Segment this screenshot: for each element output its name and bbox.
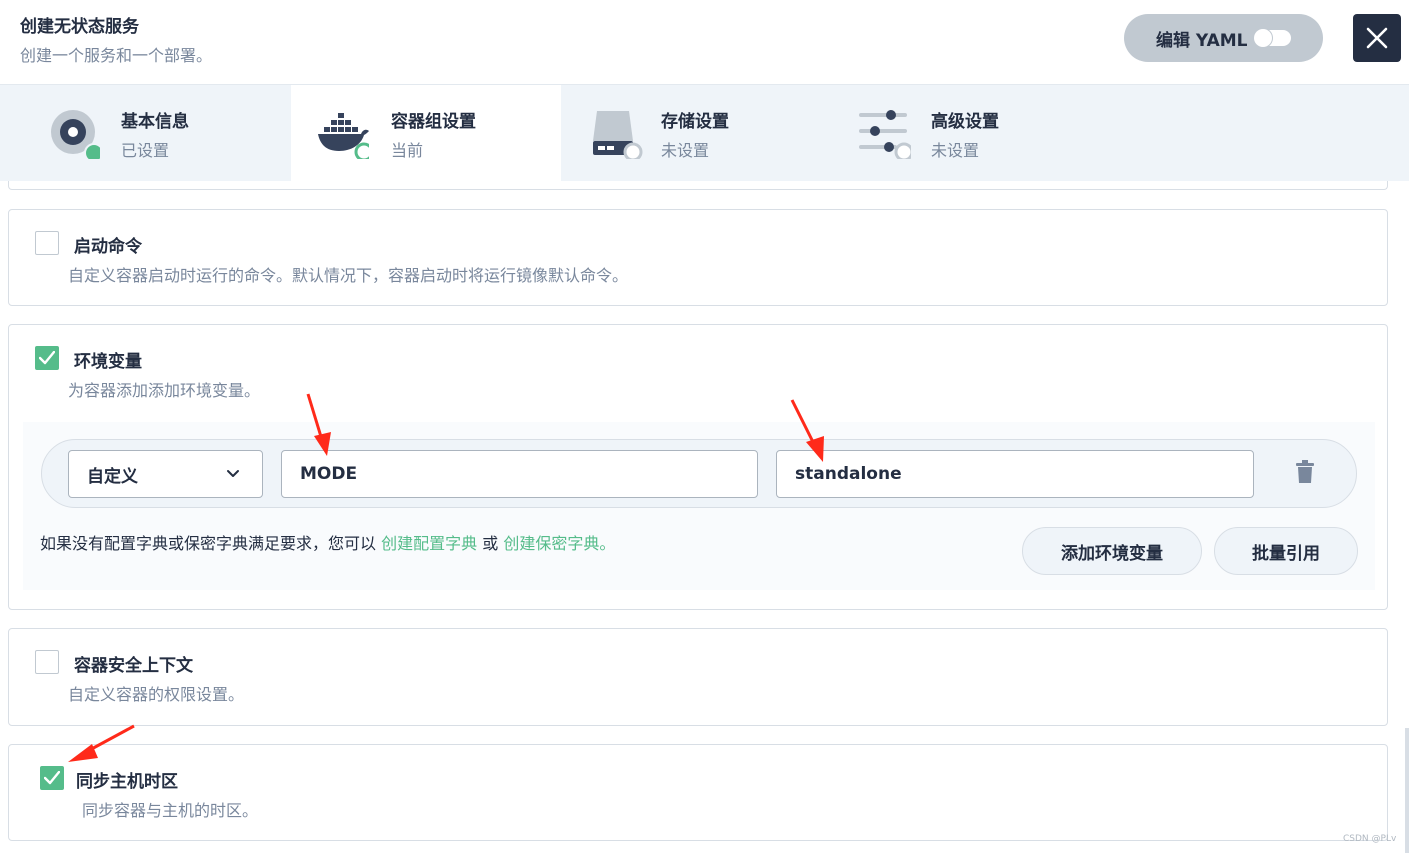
env-var-row: 自定义 MODE standalone [41, 439, 1357, 508]
trash-icon[interactable] [1295, 460, 1315, 484]
close-button[interactable] [1353, 14, 1401, 62]
step-title: 基本信息 [121, 112, 189, 132]
env-key-value: MODE [300, 464, 358, 484]
modal-subtitle: 创建一个服务和一个部署。 [20, 46, 213, 65]
env-value-value: standalone [795, 464, 902, 484]
card-title: 同步主机时区 [76, 772, 178, 792]
startup-command-card: 启动命令 自定义容器启动时运行的命令。默认情况下，容器启动时将运行镜像默认命令。 [8, 209, 1388, 306]
hint-prefix: 如果没有配置字典或保密字典满足要求，您可以 [40, 534, 377, 553]
create-secret-link[interactable]: 创建保密字典。 [503, 534, 615, 553]
env-type-value: 自定义 [87, 466, 138, 487]
startup-command-checkbox[interactable] [35, 231, 59, 255]
security-context-card: 容器安全上下文 自定义容器的权限设置。 [8, 628, 1388, 726]
step-title: 存储设置 [661, 112, 729, 132]
step-title: 容器组设置 [391, 112, 476, 132]
wizard-steps: 基本信息 已设置 容器组设置 当前 存储设置 未设置 高级设置 未设置 [0, 85, 1409, 181]
env-key-input[interactable]: MODE [281, 450, 758, 498]
card-description: 自定义容器的权限设置。 [68, 685, 245, 704]
card-description: 为容器添加添加环境变量。 [68, 381, 261, 400]
sync-timezone-checkbox[interactable] [40, 766, 64, 790]
step-status: 未设置 [931, 141, 980, 160]
chevron-down-icon [227, 470, 239, 477]
env-vars-checkbox[interactable] [35, 346, 59, 370]
edit-yaml-toggle-button[interactable]: 编辑 YAML [1124, 14, 1323, 62]
env-value-input[interactable]: standalone [776, 450, 1254, 498]
toggle-switch-icon[interactable] [1254, 29, 1291, 47]
env-type-select[interactable]: 自定义 [68, 450, 263, 498]
step-advanced-settings[interactable]: 高级设置 未设置 [831, 85, 1101, 181]
env-vars-card: 环境变量 为容器添加添加环境变量。 自定义 MODE standalone 如果… [8, 324, 1388, 610]
scrollbar[interactable] [1405, 728, 1409, 853]
checkmark-icon [39, 351, 55, 365]
step-status: 未设置 [661, 141, 710, 160]
sync-timezone-card: 同步主机时区 同步容器与主机的时区。 [8, 744, 1388, 841]
card-description: 自定义容器启动时运行的命令。默认情况下，容器启动时将运行镜像默认命令。 [68, 266, 629, 285]
step-container-settings[interactable]: 容器组设置 当前 [291, 85, 561, 181]
add-env-var-button[interactable]: 添加环境变量 [1022, 527, 1202, 575]
docker-icon [318, 113, 369, 159]
hint-or: 或 [482, 534, 499, 553]
step-storage-settings[interactable]: 存储设置 未设置 [561, 85, 831, 181]
storage-icon [593, 111, 643, 159]
step-title: 高级设置 [931, 112, 999, 132]
edit-yaml-label: 编辑 YAML [1156, 30, 1248, 51]
batch-reference-button[interactable]: 批量引用 [1214, 527, 1358, 575]
create-configmap-link[interactable]: 创建配置字典 [381, 534, 477, 553]
step-status: 当前 [391, 141, 424, 160]
card-title: 环境变量 [74, 352, 142, 372]
sliders-icon [859, 110, 911, 159]
step-basic-info[interactable]: 基本信息 已设置 [0, 85, 270, 181]
disc-icon [51, 110, 100, 159]
card-title: 启动命令 [74, 237, 142, 257]
step-status: 已设置 [121, 141, 170, 160]
close-icon [1366, 27, 1388, 49]
watermark: CSDN @PLv [1343, 834, 1397, 844]
modal-header: 创建无状态服务 创建一个服务和一个部署。 编辑 YAML [0, 0, 1409, 85]
card-title: 容器安全上下文 [74, 656, 193, 676]
security-context-checkbox[interactable] [35, 650, 59, 674]
previous-card-edge [8, 181, 1388, 190]
checkmark-icon [44, 771, 60, 785]
card-description: 同步容器与主机的时区。 [82, 801, 259, 820]
modal-title: 创建无状态服务 [20, 17, 139, 37]
env-hint-text: 如果没有配置字典或保密字典满足要求，您可以 创建配置字典 或 创建保密字典。 [40, 530, 615, 554]
env-vars-panel: 自定义 MODE standalone 如果没有配置字典或保密字典满足要求，您可… [23, 422, 1375, 590]
